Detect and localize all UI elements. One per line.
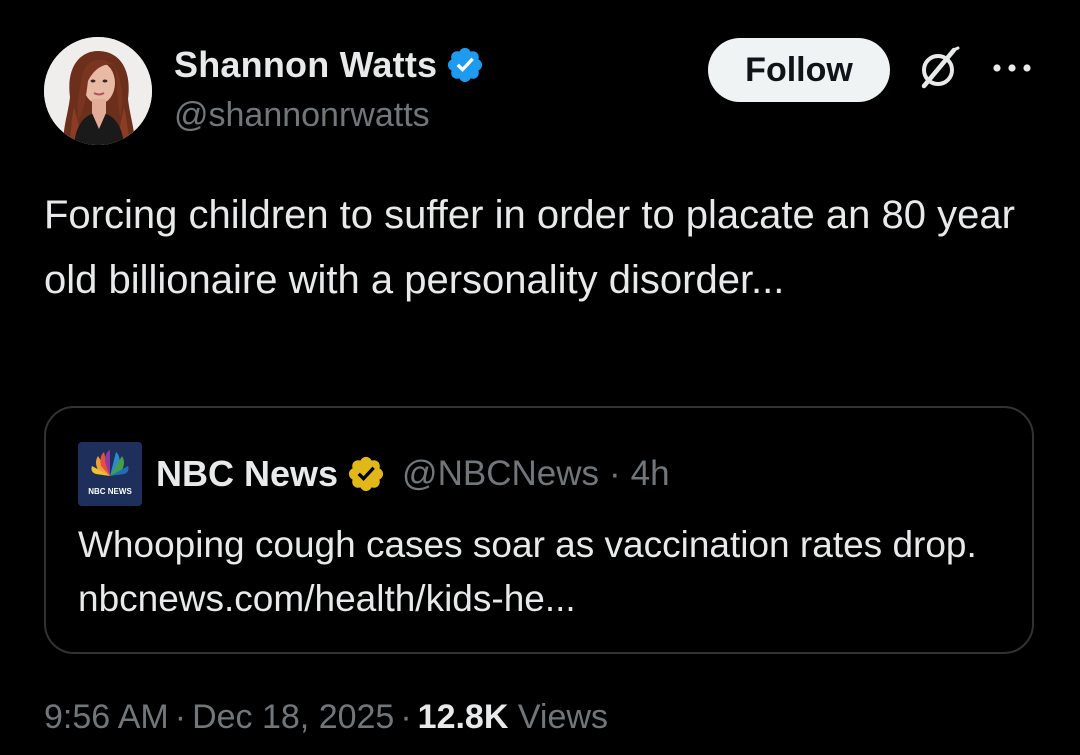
more-horizontal-icon[interactable] bbox=[990, 56, 1034, 80]
tweet-text: Forcing children to suffer in order to p… bbox=[44, 193, 1015, 302]
quoted-tweet-card[interactable]: NBC NEWS NBC News @NBCNews · 4h Whooping… bbox=[44, 406, 1034, 654]
quoted-tweet-text: Whooping cough cases soar as vaccination… bbox=[78, 518, 998, 626]
quoted-text-body: Whooping cough cases soar as vaccination… bbox=[78, 524, 977, 565]
author-avatar[interactable] bbox=[44, 37, 152, 145]
quoted-separator: · bbox=[609, 454, 621, 493]
quoted-tweet-header: NBC NEWS NBC News @NBCNews · 4h bbox=[78, 442, 670, 506]
verified-badge-icon[interactable] bbox=[445, 45, 485, 85]
nbc-news-avatar[interactable]: NBC NEWS bbox=[78, 442, 142, 506]
quoted-author-name[interactable]: NBC News bbox=[156, 453, 338, 495]
grok-icon[interactable] bbox=[914, 44, 964, 94]
author-handle[interactable]: @shannonrwatts bbox=[174, 96, 430, 135]
gold-verified-badge-icon[interactable] bbox=[346, 454, 386, 494]
quoted-author-handle[interactable]: @NBCNews bbox=[402, 454, 599, 494]
quoted-link[interactable]: nbcnews.com/health/kids-he... bbox=[78, 578, 576, 619]
footer-separator: · bbox=[174, 698, 187, 736]
views-label: Views bbox=[517, 698, 608, 736]
author-name[interactable]: Shannon Watts bbox=[174, 44, 437, 86]
avatar-image bbox=[44, 37, 152, 145]
author-name-row: Shannon Watts bbox=[174, 40, 485, 90]
nbc-avatar-label: NBC NEWS bbox=[88, 487, 132, 496]
tweet-footer: 9:56 AM · Dec 18, 2025 · 12.8K Views bbox=[44, 698, 608, 737]
post-time[interactable]: 9:56 AM bbox=[44, 698, 169, 736]
views-count[interactable]: 12.8K bbox=[418, 698, 509, 736]
footer-separator: · bbox=[400, 698, 412, 736]
follow-button[interactable]: Follow bbox=[708, 38, 890, 102]
quoted-timestamp[interactable]: 4h bbox=[631, 454, 670, 494]
tweet: Shannon Watts @shannonrwatts Follow Forc… bbox=[0, 0, 1080, 755]
post-date[interactable]: Dec 18, 2025 bbox=[192, 698, 394, 736]
